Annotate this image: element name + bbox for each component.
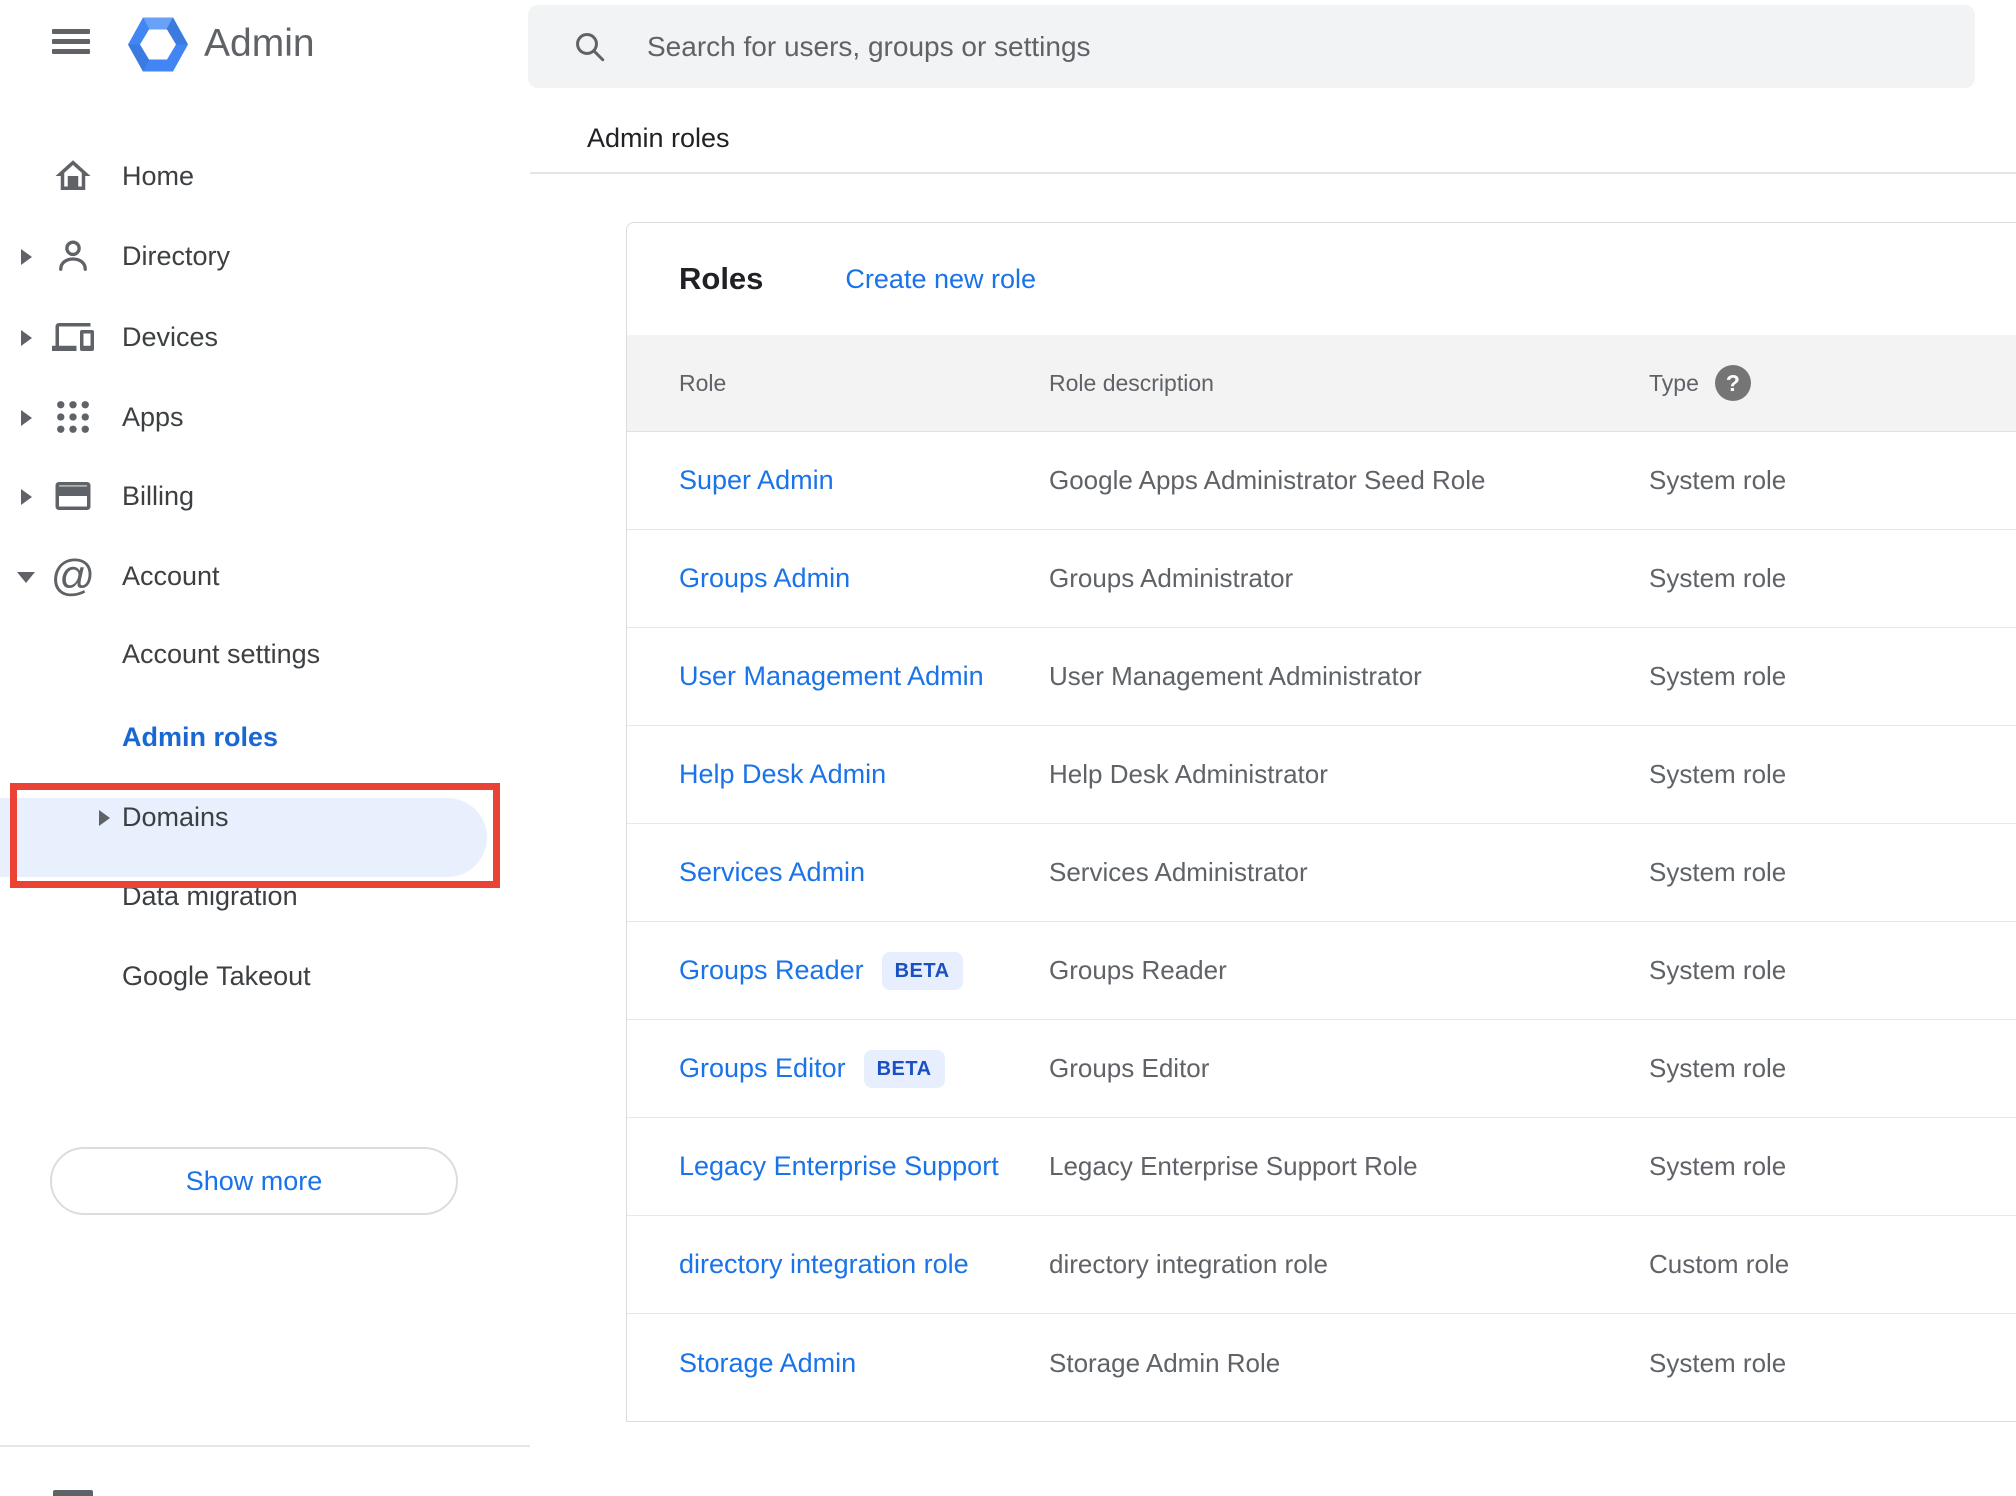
sidebar-item-label: Admin roles bbox=[122, 722, 279, 752]
home-icon bbox=[52, 155, 94, 197]
role-type: System role bbox=[1649, 955, 1787, 985]
sidebar-item-domains[interactable]: Domains bbox=[0, 777, 530, 857]
table-row: Legacy Enterprise Support Legacy Enterpr… bbox=[627, 1118, 2016, 1216]
role-description: Groups Editor bbox=[1049, 1053, 1210, 1083]
table-row: Help Desk Admin Help Desk Administrator … bbox=[627, 726, 2016, 824]
role-type: System role bbox=[1649, 465, 1787, 495]
sidebar-item-google-takeout[interactable]: Google Takeout bbox=[0, 936, 530, 1016]
sidebar-item-label: Home bbox=[122, 160, 195, 191]
role-link[interactable]: Help Desk Admin bbox=[679, 759, 886, 790]
create-new-role-link[interactable]: Create new role bbox=[845, 264, 1036, 295]
role-link[interactable]: Groups Admin bbox=[679, 563, 850, 594]
role-type: Custom role bbox=[1649, 1249, 1790, 1279]
role-description: Google Apps Administrator Seed Role bbox=[1049, 465, 1486, 495]
search-icon bbox=[576, 33, 605, 62]
table-row: Super Admin Google Apps Administrator Se… bbox=[627, 432, 2016, 530]
search-input[interactable]: Search for users, groups or settings bbox=[528, 5, 1975, 88]
table-row: User Management Admin User Management Ad… bbox=[627, 628, 2016, 726]
role-type: System role bbox=[1649, 1053, 1787, 1083]
table-header: Role Role description Type ? bbox=[627, 335, 2016, 432]
sidebar-item-label: Google Takeout bbox=[122, 960, 311, 991]
role-description: directory integration role bbox=[1049, 1249, 1328, 1279]
sidebar-item-home[interactable]: Home bbox=[0, 136, 530, 216]
at-sign-icon: @ bbox=[50, 551, 96, 600]
table-row: directory integration role directory int… bbox=[627, 1216, 2016, 1314]
role-description: Legacy Enterprise Support Role bbox=[1049, 1151, 1418, 1181]
chevron-right-icon[interactable] bbox=[99, 810, 110, 826]
panel-title: Roles bbox=[679, 261, 764, 296]
sidebar-item-devices[interactable]: Devices bbox=[0, 297, 530, 377]
role-type: System role bbox=[1649, 563, 1787, 593]
content-divider bbox=[530, 172, 2016, 174]
role-type: System role bbox=[1649, 1347, 1787, 1378]
chevron-right-icon[interactable] bbox=[21, 249, 32, 265]
role-type: System role bbox=[1649, 661, 1787, 691]
sidebar-item-label: Domains bbox=[122, 801, 229, 832]
sidebar-item-data-migration[interactable]: Data migration bbox=[0, 856, 530, 936]
chevron-right-icon[interactable] bbox=[21, 489, 32, 505]
search-placeholder: Search for users, groups or settings bbox=[647, 30, 1091, 62]
roles-panel: Roles Create new role Role Role descript… bbox=[626, 222, 2016, 1422]
help-icon[interactable]: ? bbox=[1714, 365, 1751, 401]
breadcrumb: Admin roles bbox=[587, 123, 730, 153]
role-description: Storage Admin Role bbox=[1049, 1347, 1281, 1378]
credit-card-icon bbox=[52, 475, 94, 517]
role-description: Groups Administrator bbox=[1049, 563, 1294, 593]
sidebar-item-label: Billing bbox=[122, 480, 195, 511]
table-row: Services Admin Services Administrator Sy… bbox=[627, 824, 2016, 922]
sidebar-item-account-settings[interactable]: Account settings bbox=[0, 614, 530, 694]
role-description: User Management Administrator bbox=[1049, 661, 1422, 691]
role-link[interactable]: Legacy Enterprise Support bbox=[679, 1151, 999, 1182]
role-type: System role bbox=[1649, 857, 1787, 887]
menu-icon[interactable] bbox=[52, 29, 90, 54]
sidebar-divider bbox=[0, 1445, 530, 1447]
devices-icon bbox=[52, 316, 94, 358]
chevron-down-icon[interactable] bbox=[17, 572, 35, 583]
person-icon bbox=[52, 235, 94, 277]
column-header-type: Type ? bbox=[1649, 365, 2016, 401]
column-header-role-description: Role description bbox=[1049, 369, 1214, 396]
table-row: Groups Reader BETA Groups Reader System … bbox=[627, 922, 2016, 1020]
role-description: Services Administrator bbox=[1049, 857, 1308, 887]
sidebar-item-label: Apps bbox=[122, 401, 184, 432]
role-link[interactable]: Super Admin bbox=[679, 465, 834, 496]
role-type: System role bbox=[1649, 759, 1787, 789]
role-link[interactable]: Storage Admin bbox=[679, 1348, 856, 1379]
role-link[interactable]: Groups Reader bbox=[679, 955, 864, 986]
beta-badge: BETA bbox=[863, 1049, 945, 1088]
sidebar-item-label: Account bbox=[122, 560, 220, 591]
role-link[interactable]: User Management Admin bbox=[679, 661, 984, 692]
column-header-role: Role bbox=[679, 369, 727, 396]
apps-grid-icon bbox=[52, 396, 94, 438]
sidebar-item-label: Data migration bbox=[122, 880, 298, 911]
chevron-right-icon[interactable] bbox=[21, 410, 32, 426]
sidebar-item-label: Account settings bbox=[122, 638, 321, 669]
app-title: Admin bbox=[204, 22, 315, 65]
sidebar-item-admin-roles[interactable]: Admin roles bbox=[0, 698, 530, 777]
role-type: System role bbox=[1649, 1151, 1787, 1181]
role-link[interactable]: Services Admin bbox=[679, 857, 865, 888]
sidebar-item-apps[interactable]: Apps bbox=[0, 377, 530, 457]
chevron-right-icon[interactable] bbox=[21, 330, 32, 346]
sidebar-item-directory[interactable]: Directory bbox=[0, 216, 530, 296]
role-description: Groups Reader bbox=[1049, 955, 1227, 985]
sidebar-item-account[interactable]: @ Account bbox=[0, 536, 530, 616]
sidebar-item-label: Directory bbox=[122, 240, 231, 271]
table-row: Groups Editor BETA Groups Editor System … bbox=[627, 1020, 2016, 1118]
beta-badge: BETA bbox=[881, 951, 963, 990]
role-description: Help Desk Administrator bbox=[1049, 759, 1328, 789]
admin-logo-icon bbox=[128, 17, 188, 72]
sidebar-item-billing[interactable]: Billing bbox=[0, 456, 530, 536]
sidebar-item-label: Devices bbox=[122, 321, 219, 352]
sidebar: Home Directory Devices Apps Billing @ Ac… bbox=[0, 100, 530, 1496]
role-link[interactable]: Groups Editor bbox=[679, 1053, 846, 1084]
show-more-button[interactable]: Show more bbox=[50, 1147, 458, 1215]
table-row: Storage Admin Storage Admin Role System … bbox=[627, 1314, 2016, 1412]
role-link[interactable]: directory integration role bbox=[679, 1249, 969, 1280]
table-row: Groups Admin Groups Administrator System… bbox=[627, 530, 2016, 628]
cut-off-sidebar-icon bbox=[53, 1490, 93, 1496]
